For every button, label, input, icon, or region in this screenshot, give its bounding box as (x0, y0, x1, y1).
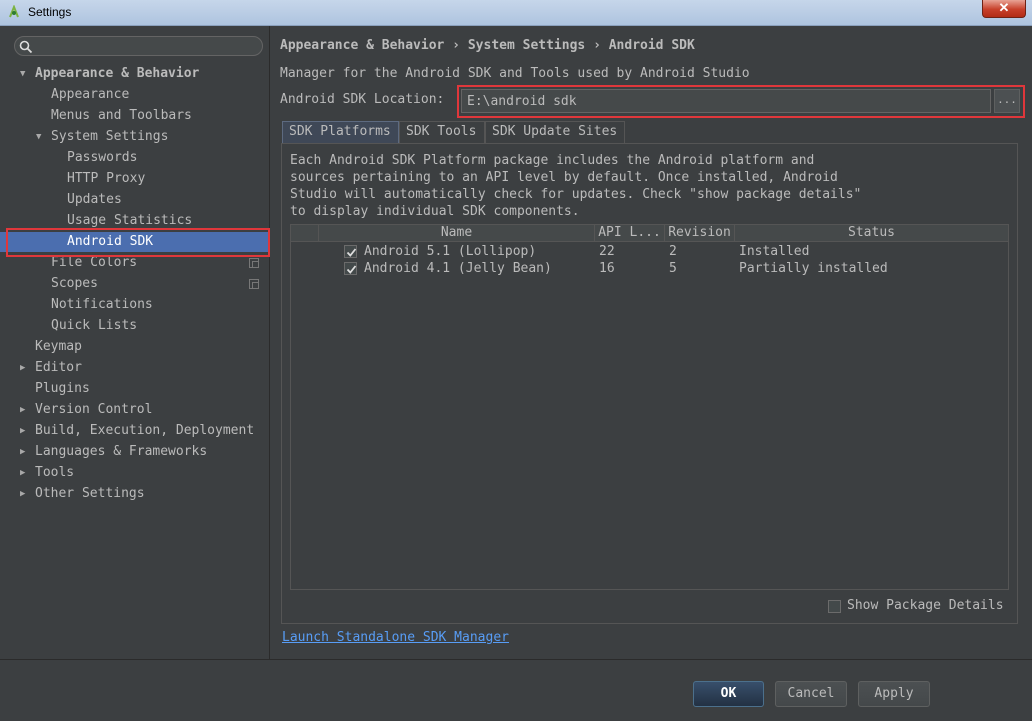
search-icon (19, 40, 33, 54)
row-api-level: 16 (599, 261, 615, 276)
check-icon (346, 265, 357, 274)
show-package-details-label: Show Package Details (847, 598, 1004, 613)
sdk-platforms-table[interactable]: Name API L... Revision Status Android 5.… (290, 224, 1009, 590)
header-status[interactable]: Status (735, 225, 1008, 242)
breadcrumb: Appearance & Behavior › System Settings … (280, 38, 695, 53)
sdk-location-input[interactable] (461, 89, 991, 113)
sidebar-item-label: Android SDK (67, 234, 154, 249)
sidebar-item-label: Notifications (51, 297, 153, 312)
copy-icon (249, 258, 259, 268)
row-status: Installed (739, 244, 810, 259)
sdk-platforms-panel: Each Android SDK Platform package includ… (281, 143, 1018, 624)
collapsed-arrow-icon[interactable]: ▶ (20, 358, 30, 378)
sidebar-item-label: Plugins (35, 381, 90, 396)
checkbox-box[interactable] (828, 600, 841, 613)
browse-button[interactable]: ... (994, 89, 1020, 113)
table-row[interactable]: Android 5.1 (Lollipop) 22 2 Installed (291, 243, 1008, 260)
row-api-level: 22 (599, 244, 615, 259)
platform-description: Each Android SDK Platform package includ… (290, 153, 862, 219)
sidebar-item[interactable]: Keymap (0, 337, 270, 357)
sidebar-item[interactable]: HTTP Proxy (0, 169, 270, 189)
row-checkbox[interactable] (344, 245, 357, 258)
sidebar-item-label: Updates (67, 192, 122, 207)
sidebar-item[interactable]: Plugins (0, 379, 270, 399)
sidebar-item-label: Appearance (51, 87, 130, 102)
row-name: Android 5.1 (Lollipop) (364, 244, 537, 259)
sidebar-item-label: Version Control (35, 402, 153, 417)
sidebar-item-label: Build, Execution, Deployment (35, 423, 255, 438)
settings-content: Appearance & Behavior › System Settings … (271, 26, 1032, 659)
row-revision: 5 (669, 261, 677, 276)
sidebar-item[interactable]: ▶ Build, Execution, Deployment (0, 421, 270, 441)
sidebar-item[interactable]: Updates (0, 190, 270, 210)
window-title: Settings (28, 5, 72, 19)
ok-button[interactable]: OK (693, 681, 764, 707)
row-revision: 2 (669, 244, 677, 259)
sidebar-item[interactable]: ▶ Version Control (0, 400, 270, 420)
sdk-location-label: Android SDK Location: (280, 92, 445, 107)
search-input[interactable] (14, 36, 263, 56)
sidebar-item-label: Menus and Toolbars (51, 108, 192, 123)
collapsed-arrow-icon[interactable]: ▶ (20, 442, 30, 462)
tab-sdk-platforms[interactable]: SDK Platforms (282, 121, 399, 143)
row-status: Partially installed (739, 261, 888, 276)
sidebar-item-label: Quick Lists (51, 318, 138, 333)
sidebar-item-label: Usage Statistics (67, 213, 193, 228)
table-row[interactable]: Android 4.1 (Jelly Bean) 16 5 Partially ins… (291, 260, 1008, 277)
collapsed-arrow-icon[interactable]: ▶ (20, 400, 30, 420)
sidebar-item-label: Keymap (35, 339, 82, 354)
cancel-button[interactable]: Cancel (775, 681, 847, 707)
sidebar-item-label: Languages & Frameworks (35, 444, 208, 459)
window-title-bar: Settings ✕ (0, 0, 1032, 26)
page-description: Manager for the Android SDK and Tools us… (280, 66, 750, 81)
sidebar-item[interactable]: ▶ Languages & Frameworks (0, 442, 270, 462)
sidebar-item[interactable]: Quick Lists (0, 316, 270, 336)
copy-icon (249, 279, 259, 289)
row-checkbox[interactable] (344, 262, 357, 275)
sidebar-item-label: System Settings (51, 129, 169, 144)
sidebar-item[interactable]: Scopes (0, 274, 270, 294)
collapsed-arrow-icon[interactable]: ▶ (20, 484, 30, 504)
collapsed-arrow-icon[interactable]: ▶ (20, 421, 30, 441)
sidebar-item-label: Other Settings (35, 486, 145, 501)
table-header: Name API L... Revision Status (291, 225, 1008, 242)
row-name: Android 4.1 (Jelly Bean) (364, 261, 552, 276)
sidebar-item-label: File Colors (51, 255, 138, 270)
sidebar-item[interactable]: Android SDK (0, 232, 270, 252)
sidebar-item[interactable]: ▼ Appearance & Behavior (0, 64, 270, 84)
sidebar-item[interactable]: ▶ Tools (0, 463, 270, 483)
sidebar-item[interactable]: ▼ System Settings (0, 127, 270, 147)
header-api-level[interactable]: API L... (595, 225, 665, 242)
sidebar-item-label: Appearance & Behavior (35, 66, 200, 81)
sidebar-item-label: Editor (35, 360, 82, 375)
tab-sdk-tools[interactable]: SDK Tools (399, 121, 485, 143)
android-studio-icon (9, 5, 19, 18)
sidebar-item[interactable]: Passwords (0, 148, 270, 168)
settings-sidebar: ▼ Appearance & Behavior Appearance Menus an… (0, 26, 270, 659)
sidebar-item[interactable]: Notifications (0, 295, 270, 315)
close-window-button[interactable]: ✕ (982, 0, 1026, 18)
collapsed-arrow-icon[interactable]: ▶ (20, 463, 30, 483)
launch-sdk-manager-link[interactable]: Launch Standalone SDK Manager (282, 630, 509, 645)
dialog-button-bar: OK Cancel Apply (0, 659, 1032, 721)
header-checkbox-column (291, 225, 319, 242)
sidebar-item-label: Passwords (67, 150, 138, 165)
sidebar-item[interactable]: Appearance (0, 85, 270, 105)
sidebar-item[interactable]: ▶ Other Settings (0, 484, 270, 504)
sidebar-item[interactable]: Usage Statistics (0, 211, 270, 231)
sidebar-item[interactable]: Menus and Toolbars (0, 106, 270, 126)
header-name[interactable]: Name (319, 225, 595, 242)
sidebar-item-label: Tools (35, 465, 75, 480)
sidebar-item-label: HTTP Proxy (67, 171, 146, 186)
check-icon (346, 248, 357, 257)
tab-sdk-update-sites[interactable]: SDK Update Sites (485, 121, 625, 143)
apply-button[interactable]: Apply (858, 681, 930, 707)
expanded-arrow-icon[interactable]: ▼ (20, 64, 30, 84)
sidebar-item[interactable]: File Colors (0, 253, 270, 273)
sidebar-item[interactable]: ▶ Editor (0, 358, 270, 378)
header-revision[interactable]: Revision (665, 225, 735, 242)
sidebar-item-label: Scopes (51, 276, 98, 291)
expanded-arrow-icon[interactable]: ▼ (36, 127, 46, 147)
